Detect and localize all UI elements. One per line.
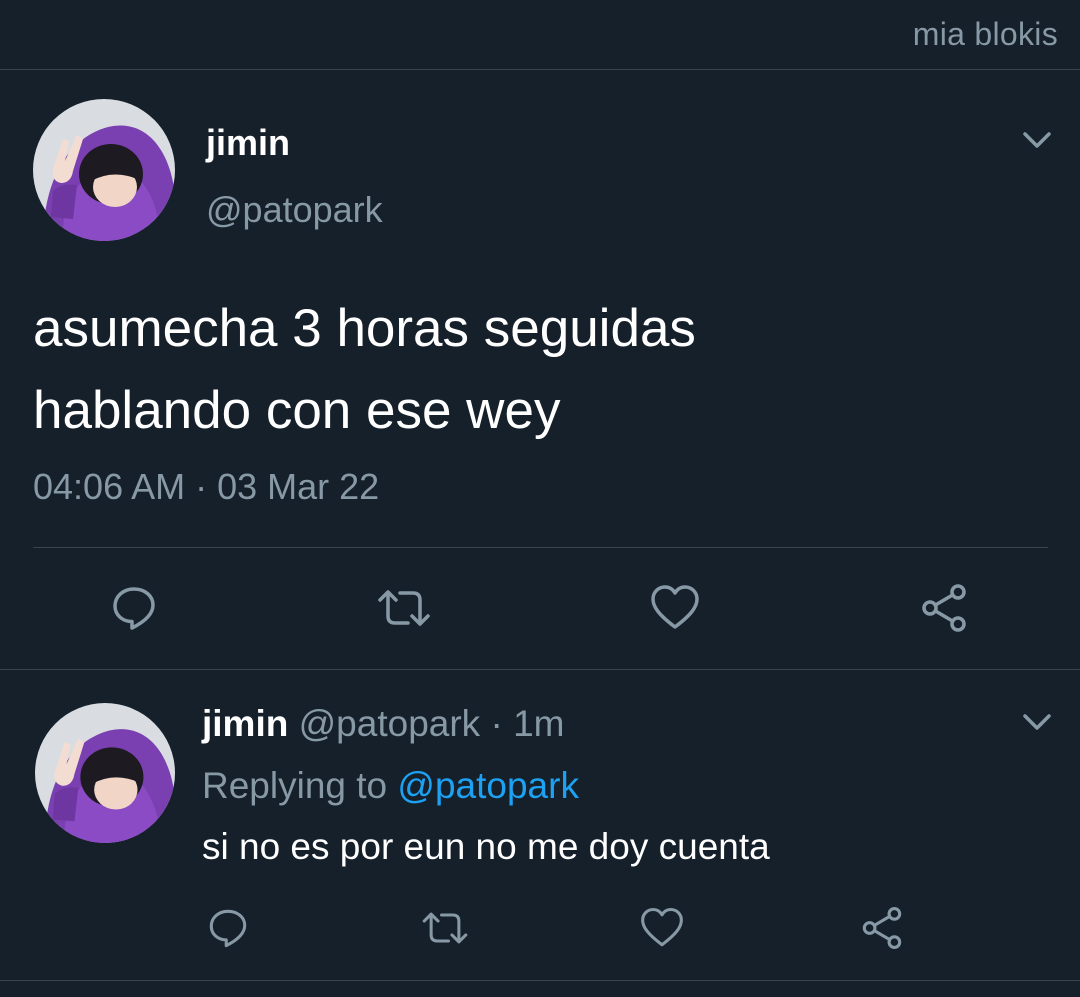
share-button[interactable] bbox=[916, 580, 972, 636]
reply-text: si no es por eun no me doy cuenta bbox=[202, 826, 770, 867]
reply-avatar[interactable] bbox=[35, 703, 175, 843]
reply-retweet-button[interactable] bbox=[418, 904, 472, 952]
reply-header: jimin @patopark · 1m bbox=[202, 703, 564, 745]
tweet-text-line-2: hablando con ese wey bbox=[33, 381, 561, 440]
reply-share-button[interactable] bbox=[858, 904, 906, 952]
header-label: mia blokis bbox=[912, 16, 1058, 52]
header-divider bbox=[0, 69, 1080, 70]
author-name[interactable]: jimin bbox=[206, 122, 290, 164]
like-button[interactable] bbox=[647, 580, 703, 636]
retweet-icon bbox=[378, 590, 430, 626]
reply-chevron-down-icon[interactable] bbox=[1020, 710, 1054, 734]
tweet-timestamp[interactable]: 04:06 AM · 03 Mar 22 bbox=[33, 466, 379, 508]
share-icon bbox=[922, 584, 966, 632]
avatar[interactable] bbox=[33, 99, 175, 241]
timestamp-divider bbox=[33, 547, 1048, 548]
tweet-text-line-1: asumecha 3 horas seguidas bbox=[33, 299, 696, 358]
retweet-button[interactable] bbox=[374, 580, 434, 636]
author-handle[interactable]: @patopark bbox=[206, 189, 383, 231]
reply-like-button[interactable] bbox=[638, 904, 686, 952]
reply-author-handle[interactable]: @patopark bbox=[299, 703, 481, 744]
chevron-down-icon[interactable] bbox=[1020, 128, 1054, 152]
replying-prefix: Replying to bbox=[202, 765, 388, 806]
tweet-text: asumecha 3 horas seguidas hablando con e… bbox=[33, 288, 1043, 452]
bottom-divider bbox=[0, 980, 1080, 981]
reply-avatar-image bbox=[35, 703, 175, 843]
tweet-divider bbox=[0, 669, 1080, 670]
reply-separator: · bbox=[490, 703, 503, 744]
share-icon bbox=[862, 906, 902, 950]
reply-icon bbox=[113, 587, 155, 630]
reply-author-name[interactable]: jimin bbox=[202, 703, 288, 744]
reply-button[interactable] bbox=[106, 580, 162, 636]
retweet-icon bbox=[422, 912, 468, 944]
avatar-image bbox=[33, 99, 175, 241]
like-icon bbox=[651, 585, 699, 629]
replying-to: Replying to @patopark bbox=[202, 765, 579, 807]
replying-mention-link[interactable]: @patopark bbox=[397, 765, 579, 806]
reply-time[interactable]: 1m bbox=[513, 703, 564, 744]
like-icon bbox=[641, 907, 683, 947]
reply-reply-button[interactable] bbox=[204, 904, 252, 952]
reply-icon bbox=[209, 909, 247, 948]
